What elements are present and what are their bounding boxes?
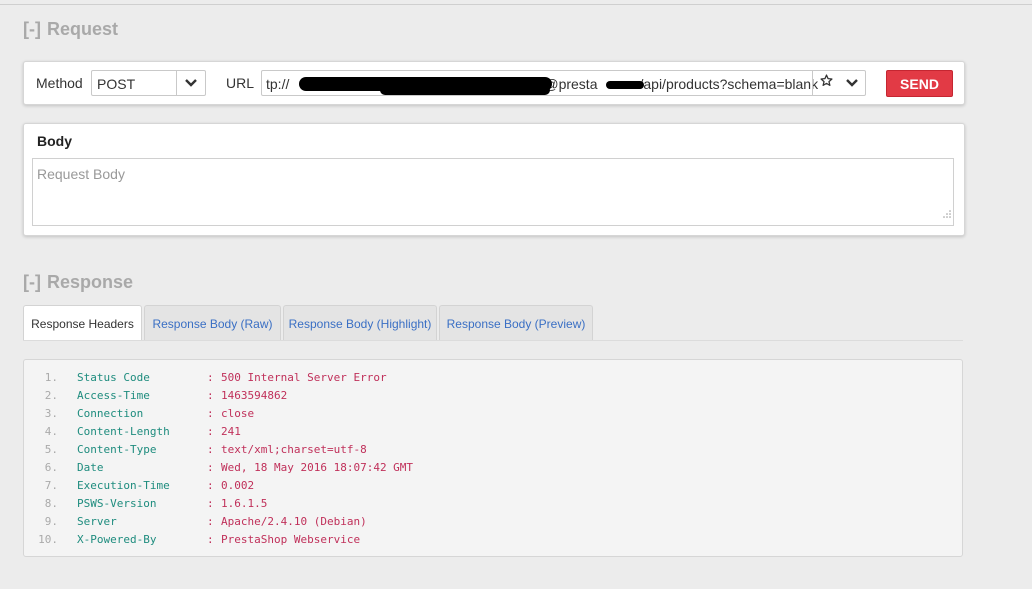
body-title: Body <box>37 133 72 149</box>
response-section-header[interactable]: [-] Response <box>23 272 133 293</box>
response-headers-panel: 1. Status Code:500 Internal Server Error … <box>23 359 963 557</box>
star-icon[interactable] <box>820 74 833 92</box>
request-section-header[interactable]: [-] Request <box>23 19 118 40</box>
redaction-mark <box>606 81 644 89</box>
tabs-divider <box>23 340 963 341</box>
request-body-placeholder: Request Body <box>37 166 125 182</box>
request-bar: Method POST URL tp://@presta/api/product… <box>23 61 965 105</box>
tab-response-body-preview[interactable]: Response Body (Preview) <box>439 305 593 340</box>
tab-response-headers[interactable]: Response Headers <box>23 305 142 341</box>
url-actions <box>812 71 865 95</box>
chevron-down-icon[interactable] <box>846 74 859 92</box>
method-label: Method <box>36 75 83 91</box>
chevron-down-icon[interactable] <box>176 71 205 95</box>
url-input[interactable]: tp://@presta/api/products?schema=blank <box>261 70 866 96</box>
method-select[interactable]: POST <box>91 70 206 96</box>
request-collapse-toggle[interactable]: [-] <box>23 19 41 39</box>
request-title: Request <box>46 19 118 39</box>
response-collapse-toggle[interactable]: [-] <box>23 272 41 292</box>
response-title: Response <box>46 272 134 292</box>
resize-handle-icon[interactable] <box>943 205 951 223</box>
request-body-textarea[interactable]: Request Body <box>32 158 954 226</box>
redaction-mark <box>380 85 550 95</box>
tab-response-body-raw[interactable]: Response Body (Raw) <box>144 305 281 340</box>
top-divider <box>0 4 1032 5</box>
method-value: POST <box>97 76 136 92</box>
body-panel: Body Request Body <box>23 123 965 236</box>
tab-response-body-highlight[interactable]: Response Body (Highlight) <box>283 305 437 340</box>
url-label: URL <box>226 75 255 91</box>
send-button[interactable]: SEND <box>886 70 953 97</box>
